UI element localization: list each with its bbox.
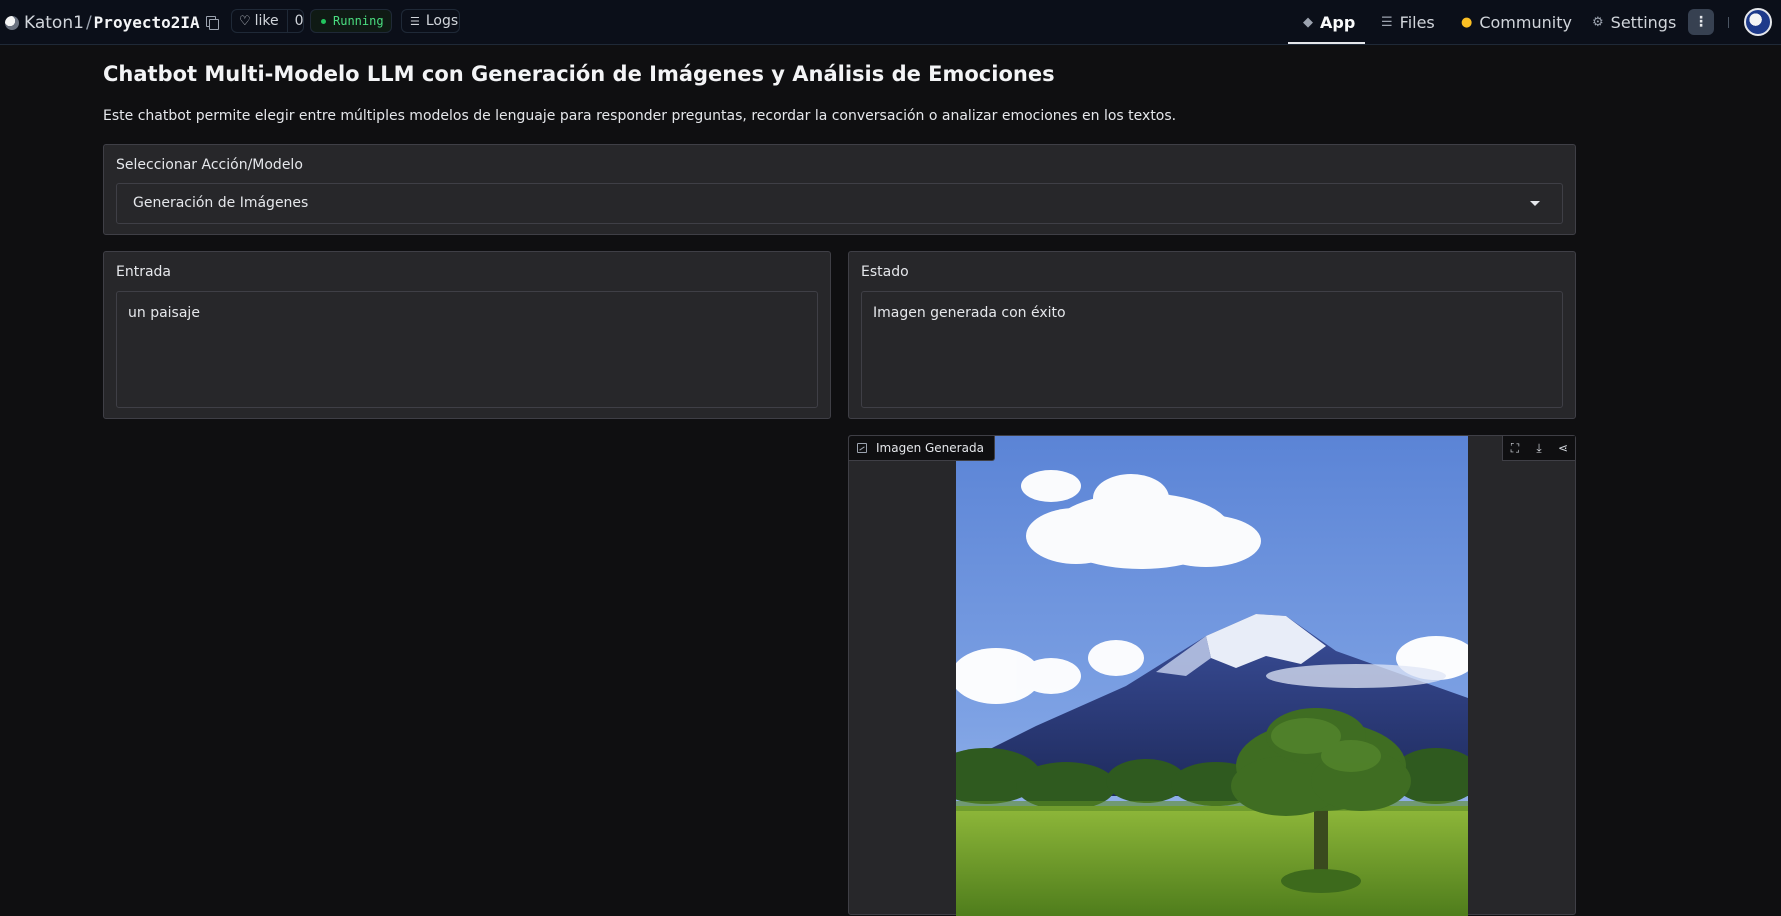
owner-link[interactable]: Katon1 [24, 13, 84, 33]
dropdown-selected-value: Generación de Imágenes [133, 195, 309, 211]
input-panel: Entrada un paisaje [103, 251, 831, 419]
tab-app-label: App [1320, 13, 1356, 32]
space-breadcrumb: Katon1 / Proyecto2IA [5, 0, 219, 45]
files-icon: ☰ [1381, 15, 1393, 30]
image-toolbar: ⛶ ⤓ ⋖ [1502, 436, 1575, 461]
top-bar: Katon1 / Proyecto2IA ♡ like 0 Running ☰ … [0, 0, 1781, 45]
like-label: like [254, 13, 279, 29]
logs-icon: ☰ [410, 14, 420, 28]
chevron-down-icon [1530, 201, 1540, 206]
active-tab-indicator [1288, 42, 1365, 44]
more-options-button[interactable]: ⋮ [1688, 9, 1714, 35]
tab-community[interactable]: ● Community [1461, 0, 1572, 45]
generated-image-panel: Imagen Generada ⛶ ⤓ ⋖ [848, 435, 1576, 916]
logs-label: Logs [425, 13, 459, 29]
status-dot-icon [321, 18, 326, 24]
header-divider [1728, 17, 1729, 28]
tab-settings[interactable]: ⚙ Settings [1592, 0, 1676, 45]
status-output-label: Estado [861, 264, 909, 280]
status-badge[interactable]: Running [310, 9, 392, 33]
status-textarea[interactable]: Imagen generada con éxito [861, 291, 1563, 408]
status-panel: Estado Imagen generada con éxito [848, 251, 1576, 419]
status-label: Running [333, 14, 384, 28]
tab-files-label: Files [1399, 13, 1435, 32]
image-icon [857, 443, 867, 453]
like-button[interactable]: ♡ like 0 [231, 9, 304, 33]
image-label-text: Imagen Generada [876, 441, 984, 455]
like-count[interactable]: 0 [286, 10, 311, 32]
input-textarea[interactable]: un paisaje [116, 291, 818, 408]
action-model-dropdown[interactable]: Generación de Imágenes [116, 183, 1563, 224]
user-avatar[interactable] [1744, 8, 1772, 36]
community-icon: ● [1461, 15, 1473, 30]
tab-settings-label: Settings [1610, 13, 1677, 32]
action-model-selector-panel: Seleccionar Acción/Modelo Generación de … [103, 144, 1576, 235]
logs-button[interactable]: ☰ Logs [401, 9, 460, 33]
space-logo-icon [5, 15, 19, 30]
tab-files[interactable]: ☰ Files [1381, 0, 1435, 45]
tab-app[interactable]: ◆ App [1303, 0, 1355, 45]
repo-link[interactable]: Proyecto2IA [94, 13, 200, 32]
download-icon[interactable]: ⤓ [1527, 436, 1551, 460]
gear-icon: ⚙ [1592, 15, 1604, 30]
page-description: Este chatbot permite elegir entre múltip… [103, 108, 1177, 124]
copy-icon[interactable] [205, 16, 219, 30]
share-icon[interactable]: ⋖ [1551, 436, 1575, 460]
heart-icon: ♡ [239, 13, 251, 29]
image-panel-label: Imagen Generada [849, 436, 995, 461]
tab-community-label: Community [1479, 13, 1572, 32]
more-vertical-icon: ⋮ [1694, 14, 1708, 30]
breadcrumb-separator: / [85, 12, 92, 33]
page-title: Chatbot Multi-Modelo LLM con Generación … [103, 62, 1055, 86]
input-label: Entrada [116, 264, 172, 280]
fullscreen-icon[interactable]: ⛶ [1503, 436, 1527, 460]
selector-label: Seleccionar Acción/Modelo [116, 157, 303, 173]
generated-landscape-image [956, 436, 1468, 916]
cube-icon: ◆ [1303, 15, 1313, 30]
